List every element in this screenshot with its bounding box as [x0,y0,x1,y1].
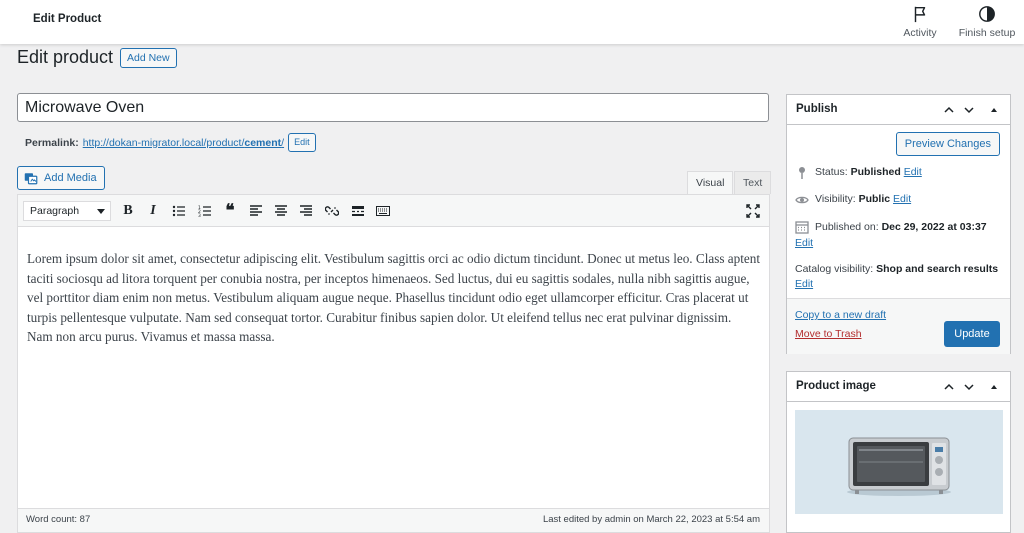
align-right-icon[interactable] [297,202,315,220]
visibility-value: Public [858,193,891,205]
bold-icon[interactable]: B [119,202,137,220]
header-title: Edit Product [33,13,102,25]
activity-button[interactable]: Activity [898,5,942,39]
product-image-box: Product image [786,371,1011,533]
half-circle-icon [979,6,995,22]
catalog-visibility-label: Catalog visibility: [795,263,874,275]
copy-to-draft-link[interactable]: Copy to a new draft [795,309,886,321]
add-media-icon [24,172,38,184]
publish-box-header: Publish [787,95,1010,125]
format-select[interactable]: Paragraph [23,201,111,221]
status-edit-link[interactable]: Edit [904,166,922,178]
product-image-title: Product image [796,380,876,392]
add-media-button[interactable]: Add Media [17,166,105,190]
italic-icon[interactable]: I [144,202,162,220]
product-image[interactable] [795,410,1003,514]
permalink-link[interactable]: http://dokan-migrator.local/product/ceme… [83,137,284,149]
collapse-icon[interactable] [986,102,1002,118]
link-icon[interactable] [323,202,341,220]
visibility-edit-link[interactable]: Edit [893,193,911,205]
collapse-icon[interactable] [986,379,1002,395]
catalog-visibility-value: Shop and search results [876,263,999,275]
finish-setup-label: Finish setup [958,27,1016,39]
product-title-input[interactable]: Microwave Oven [17,93,769,122]
move-up-icon[interactable] [941,379,957,395]
move-to-trash-link[interactable]: Move to Trash [795,328,862,340]
published-on-row: Published on: Dec 29, 2022 at 03:37 [795,220,1007,235]
catalog-visibility-edit-link[interactable]: Edit [795,278,813,290]
page-title: Edit product [17,47,114,67]
tab-visual[interactable]: Visual [687,171,734,194]
visibility-row: Visibility: Public Edit [795,193,911,207]
editor-statusbar: Word count: 87 Last edited by admin on M… [18,508,769,532]
published-on-label: Published on: [815,221,879,233]
permalink-url-end: / [281,136,285,149]
microwave-oven-picture [795,410,1003,514]
editor-content[interactable]: Lorem ipsum dolor sit amet, consectetur … [18,227,769,347]
permalink-slug: cement [244,136,282,149]
bullet-list-icon[interactable] [170,202,188,220]
calendar-icon [795,221,809,234]
numbered-list-icon[interactable]: 123 [196,202,214,220]
status-value: Published [850,166,901,178]
pin-icon [799,167,805,179]
editor-toolbar: Paragraph B I 123 ❝ [18,195,769,227]
last-edited: Last edited by admin on March 22, 2023 a… [542,514,760,525]
permalink-edit-button[interactable]: Edit [288,133,316,152]
publish-box-title: Publish [796,103,838,115]
blockquote-icon[interactable]: ❝ [221,201,239,220]
format-select-value: Paragraph [30,205,80,217]
permalink-label: Permalink: [25,136,79,149]
chevron-down-icon [97,209,105,214]
activity-label: Activity [903,27,937,39]
align-center-icon[interactable] [272,202,290,220]
content-editor: Paragraph B I 123 ❝ Lorem ipsum dolor si… [17,194,770,533]
fullscreen-icon[interactable] [744,202,762,220]
permalink: Permalink: http://dokan-migrator.local/p… [25,133,316,152]
align-left-icon[interactable] [247,202,265,220]
visibility-label: Visibility: [815,193,856,205]
add-media-label: Add Media [44,172,97,184]
preview-changes-button[interactable]: Preview Changes [895,132,1000,156]
published-on-value: Dec 29, 2022 at 03:37 [881,221,987,233]
svg-text:3: 3 [198,213,201,218]
catalog-visibility-row: Catalog visibility: Shop and search resu… [795,262,1005,292]
tab-text[interactable]: Text [734,171,772,194]
read-more-icon[interactable] [349,202,367,220]
publish-box: Publish Preview Changes Status: Publishe… [786,94,1011,354]
move-down-icon[interactable] [961,102,977,118]
move-down-icon[interactable] [961,379,977,395]
status-label: Status: [815,166,848,178]
add-new-button[interactable]: Add New [120,48,177,68]
finish-setup-button[interactable]: Finish setup [955,5,1019,39]
top-header: Edit Product Activity Finish setup [0,0,1024,44]
publish-actions: Copy to a new draft Move to Trash Update [787,298,1010,354]
status-row: Status: Published Edit [795,166,922,180]
product-image-header: Product image [787,372,1010,402]
published-on-edit-link[interactable]: Edit [795,237,813,249]
eye-icon [795,196,809,204]
update-button[interactable]: Update [944,321,1000,347]
move-up-icon[interactable] [941,102,957,118]
flag-icon [914,6,926,23]
permalink-url-base: http://dokan-migrator.local/product/ [82,136,245,149]
word-count: Word count: 87 [26,514,91,525]
toolbar-toggle-icon[interactable] [374,202,392,220]
